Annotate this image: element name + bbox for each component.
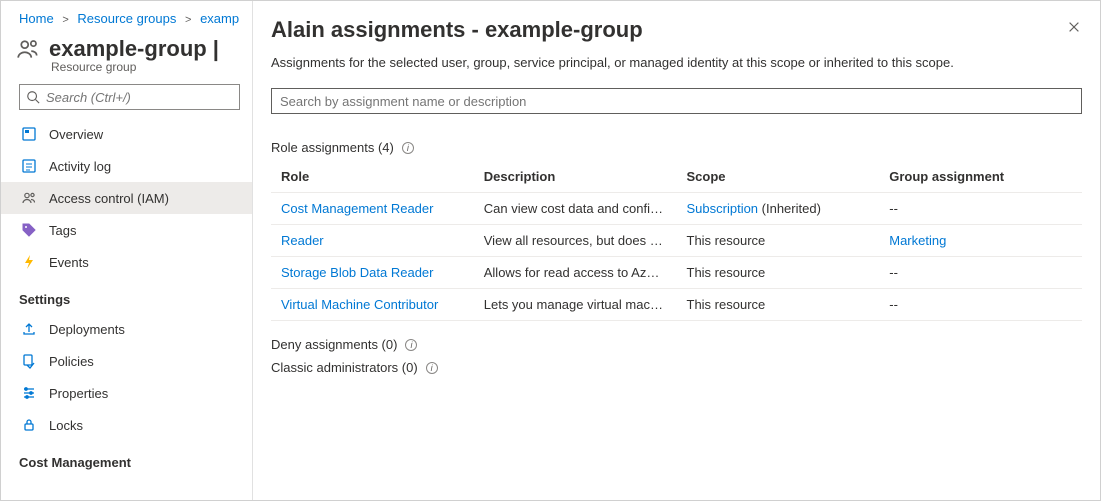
breadcrumb: Home > Resource groups > examp [1,1,252,30]
people-icon [21,190,37,206]
role-description: Allows for read access to Azure ... [474,257,677,289]
role-description: Can view cost data and configur... [474,193,677,225]
scope-suffix: (Inherited) [758,201,821,216]
col-header-scope[interactable]: Scope [677,161,880,193]
panel-description: Assignments for the selected user, group… [271,55,1082,70]
nav-label: Activity log [49,159,111,174]
nav-deployments[interactable]: Deployments [1,313,252,345]
resource-header: example-group | [1,30,252,62]
nav-access-control[interactable]: Access control (IAM) [1,182,252,214]
info-icon[interactable]: i [402,142,414,154]
info-icon[interactable]: i [405,339,417,351]
classic-admins-header: Classic administrators (0) i [271,360,1082,375]
lock-icon [21,417,37,433]
breadcrumb-home[interactable]: Home [19,11,54,26]
nav-overview[interactable]: Overview [1,118,252,150]
role-scope: This resource [677,289,880,321]
role-link[interactable]: Storage Blob Data Reader [281,265,433,280]
properties-icon [21,385,37,401]
search-input[interactable] [46,90,233,105]
col-header-role[interactable]: Role [271,161,474,193]
nav-label: Deployments [49,322,125,337]
tag-icon [21,222,37,238]
nav-label: Tags [49,223,76,238]
scope-link[interactable]: Subscription [687,201,759,216]
close-icon [1067,20,1081,34]
activity-log-icon [21,158,37,174]
nav-label: Locks [49,418,83,433]
role-assignments-table: Role Description Scope Group assignment … [271,161,1082,321]
table-row[interactable]: Cost Management Reader Can view cost data… [271,193,1082,225]
role-description: Lets you manage virtual machin... [474,289,677,321]
nav-activity-log[interactable]: Activity log [1,150,252,182]
role-scope: This resource [677,225,880,257]
role-description: View all resources, but does not... [474,225,677,257]
nav-locks[interactable]: Locks [1,409,252,441]
page-title: example-group | [49,36,219,62]
role-scope: Subscription (Inherited) [677,193,880,225]
panel-title: Alain assignments - example-group [271,17,1082,43]
table-row[interactable]: Reader View all resources, but does not..… [271,225,1082,257]
upload-icon [21,321,37,337]
nav-label: Events [49,255,89,270]
close-button[interactable] [1062,15,1086,39]
nav-properties[interactable]: Properties [1,377,252,409]
overview-icon [21,126,37,142]
nav-section-cost: Cost Management [1,441,252,476]
people-icon [15,36,41,62]
info-icon[interactable]: i [426,362,438,374]
policy-icon [21,353,37,369]
group-assignment: -- [879,193,1082,225]
breadcrumb-current[interactable]: examp [200,11,239,26]
col-header-group[interactable]: Group assignment [879,161,1082,193]
role-link[interactable]: Virtual Machine Contributor [281,297,438,312]
col-header-description[interactable]: Description [474,161,677,193]
nav-label: Properties [49,386,108,401]
resource-search[interactable] [19,84,240,110]
nav-policies[interactable]: Policies [1,345,252,377]
table-row[interactable]: Storage Blob Data Reader Allows for read … [271,257,1082,289]
nav-events[interactable]: Events [1,246,252,278]
deny-assignments-header: Deny assignments (0) i [271,337,1082,352]
lightning-icon [21,254,37,270]
chevron-right-icon: > [62,14,68,26]
nav-tags[interactable]: Tags [1,214,252,246]
role-scope: This resource [677,257,880,289]
nav-label: Overview [49,127,103,142]
role-link[interactable]: Reader [281,233,324,248]
breadcrumb-groups[interactable]: Resource groups [77,11,176,26]
group-link[interactable]: Marketing [889,233,946,248]
assignment-search-input[interactable] [271,88,1082,114]
nav-label: Policies [49,354,94,369]
role-link[interactable]: Cost Management Reader [281,201,433,216]
page-subtitle: Resource group [1,60,252,74]
group-assignment: -- [879,257,1082,289]
chevron-right-icon: > [185,14,191,26]
group-assignment: Marketing [879,225,1082,257]
nav-section-settings: Settings [1,278,252,313]
table-row[interactable]: Virtual Machine Contributor Lets you mana… [271,289,1082,321]
role-assignments-header: Role assignments (4) i [271,140,1082,155]
nav-label: Access control (IAM) [49,191,169,206]
group-assignment: -- [879,289,1082,321]
search-icon [26,90,40,104]
